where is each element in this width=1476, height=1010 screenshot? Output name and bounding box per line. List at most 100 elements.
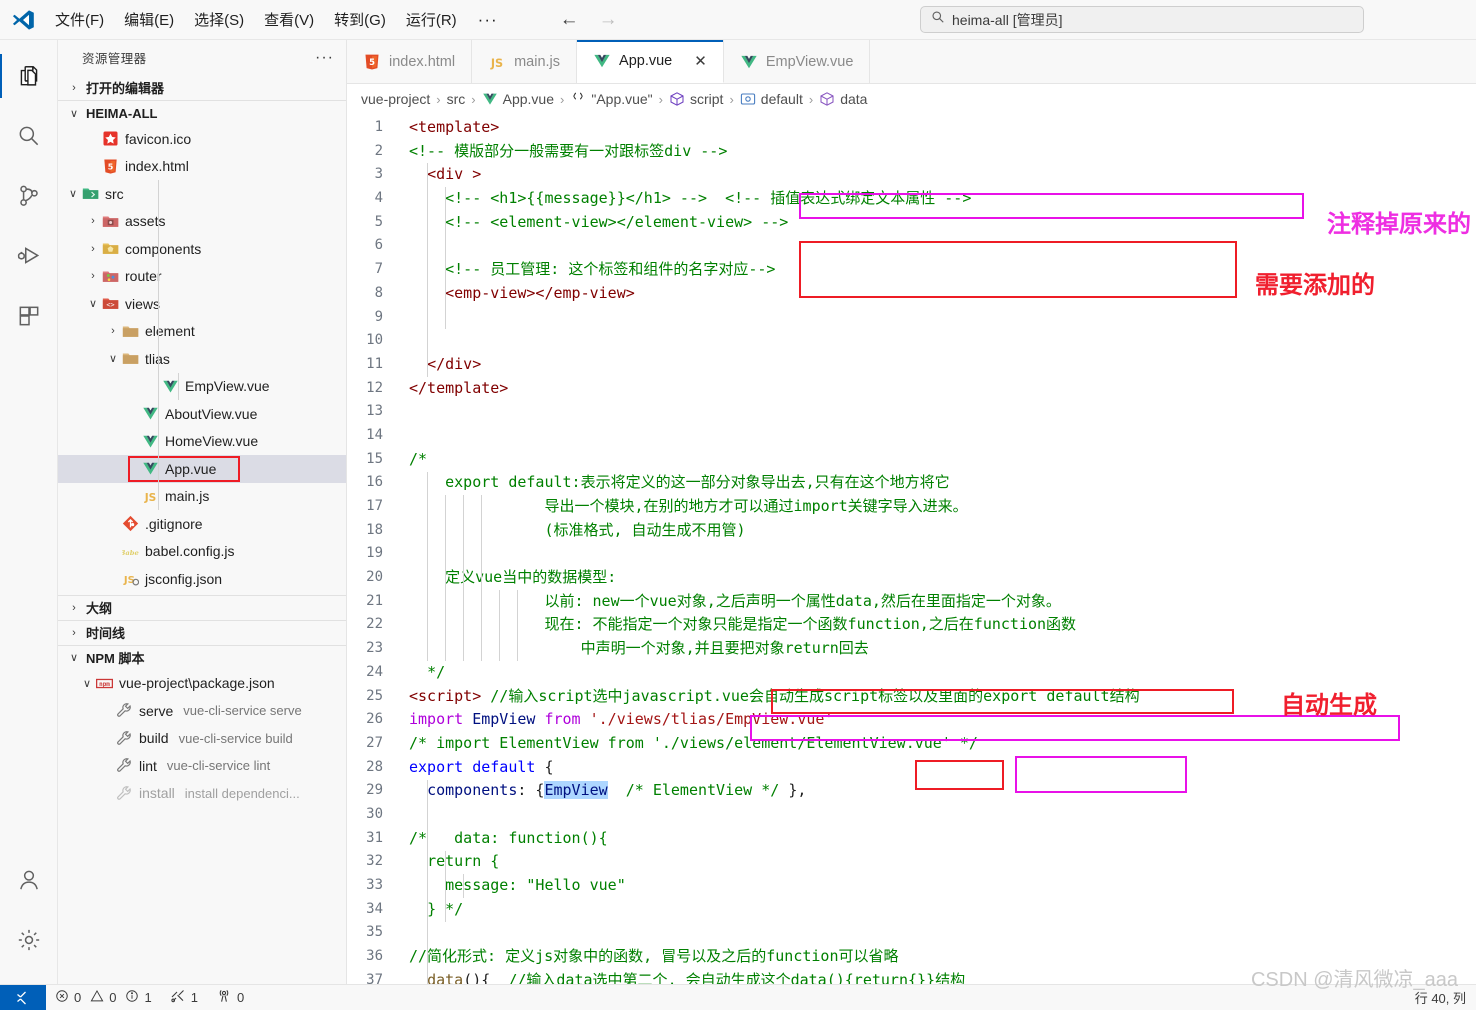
menu-edit[interactable]: 编辑(E) — [115, 6, 183, 33]
code-token: EmpView — [472, 710, 536, 729]
menu-view[interactable]: 查看(V) — [255, 6, 323, 33]
menu-more-button[interactable]: ··· — [468, 10, 508, 30]
line-text: } */ — [399, 898, 463, 922]
section-open-editors[interactable]: › 打开的编辑器 — [58, 75, 346, 100]
npm-script-label: serve — [139, 702, 174, 719]
tree-indent-guide — [158, 235, 159, 263]
chevron-down-icon[interactable]: ∨ — [80, 677, 94, 690]
editor-status-right: 行 40, 列 — [1415, 988, 1476, 1007]
tree-item-aboutview-vue[interactable]: AboutView.vue — [58, 400, 346, 428]
breadcrumb-item-data[interactable]: data — [819, 91, 867, 107]
line-number: 5 — [374, 213, 383, 230]
breadcrumb-item--app-vue-[interactable]: "App.vue" — [570, 91, 653, 107]
tree-item-label: main.js — [165, 488, 210, 505]
cursor-position[interactable]: 行 40, 列 — [1415, 988, 1466, 1007]
explorer-more-button[interactable]: ··· — [315, 49, 334, 65]
code-token: from — [544, 710, 581, 729]
chevron-right-icon[interactable]: › — [86, 243, 100, 255]
tree-item-main-js[interactable]: JS main.js — [58, 482, 346, 510]
breadcrumb-label: script — [690, 91, 724, 107]
chevron-right-icon[interactable]: › — [86, 215, 100, 227]
tree-indent-guide — [158, 290, 159, 318]
tree-item-src[interactable]: ∨ src — [58, 180, 346, 208]
sidebar-item-source-control[interactable] — [0, 166, 58, 226]
arrow-right-icon[interactable]: → — [599, 10, 618, 29]
close-icon[interactable]: ✕ — [694, 52, 707, 70]
section-project-root[interactable]: ∨ HEIMA-ALL — [58, 100, 346, 125]
tree-item-favicon-ico[interactable]: favicon.ico — [58, 125, 346, 153]
code-token: /* data: function(){ — [409, 828, 608, 847]
code-token: <emp-view></emp-view> — [445, 283, 635, 302]
breadcrumb-item-script[interactable]: script — [669, 91, 723, 107]
tree-item-assets[interactable]: › assets — [58, 207, 346, 235]
tree-item-jsconfig-json[interactable]: JS jsconfig.json — [58, 565, 346, 593]
section-timeline[interactable]: › 时间线 — [58, 619, 346, 645]
tab-index-html[interactable]: 5 index.html — [347, 40, 473, 83]
code-line: 19 — [347, 542, 1476, 566]
code-token: //简化形式: 定义js对象中的函数, 冒号以及之后的function可以省略 — [409, 947, 899, 966]
menu-file[interactable]: 文件(F) — [46, 6, 113, 33]
chevron-right-icon[interactable]: › — [86, 270, 100, 282]
remote-window-icon[interactable] — [0, 984, 46, 1010]
tree-item-empview-vue[interactable]: EmpView.vue — [58, 372, 346, 400]
section-npm-scripts[interactable]: ∨ NPM 脚本 — [58, 644, 346, 670]
npm-package-json[interactable]: ∨ npm vue-project\package.json — [58, 670, 346, 698]
breadcrumb-item-vue-project[interactable]: vue-project — [361, 91, 430, 107]
tree-item--gitignore[interactable]: .gitignore — [58, 510, 346, 538]
tree-item-babel-config-js[interactable]: Babel babel.config.js — [58, 538, 346, 566]
breadcrumb: vue-project › src › App.vue › "App.vue" › script… — [347, 84, 1476, 114]
line-number: 8 — [374, 284, 383, 301]
tree-item-app-vue[interactable]: App.vue — [58, 455, 346, 483]
tree-item-tlias[interactable]: ∨tlias — [58, 345, 346, 373]
sidebar-item-search[interactable] — [0, 106, 58, 166]
line-number: 32 — [366, 853, 383, 870]
tab-main-js[interactable]: JS main.js — [472, 40, 578, 83]
line-number: 34 — [366, 900, 383, 917]
sidebar-item-explorer[interactable] — [0, 46, 58, 106]
chevron-down-icon[interactable]: ∨ — [86, 297, 100, 310]
tab-empview-vue[interactable]: EmpView.vue — [723, 40, 871, 83]
chevron-down-icon: ∨ — [69, 652, 79, 664]
tree-item-index-html[interactable]: 5 index.html — [58, 153, 346, 181]
code-token: './views/tlias/EmpView.vue' — [589, 710, 834, 729]
tree-item-element[interactable]: › element — [58, 317, 346, 345]
breadcrumb-item-src[interactable]: src — [447, 91, 466, 107]
tree-item-homeview-vue[interactable]: HomeView.vue — [58, 427, 346, 455]
problems-status[interactable]: 0 0 1 — [46, 989, 161, 1006]
radio-tower-status[interactable]: 0 — [207, 988, 253, 1007]
tree-indent-guide — [158, 455, 159, 483]
gear-icon[interactable] — [0, 910, 58, 970]
tree-item-components[interactable]: › components — [58, 235, 346, 263]
chevron-down-icon[interactable]: ∨ — [66, 187, 80, 200]
tree-item-views[interactable]: ∨ <> views — [58, 290, 346, 318]
tab-label: App.vue — [619, 53, 673, 69]
sidebar-item-run-and-debug[interactable] — [0, 226, 58, 286]
folder-components-icon — [100, 240, 120, 257]
npm-script-install[interactable]: install install dependenci... — [58, 780, 346, 808]
tab-label: index.html — [389, 53, 456, 70]
chevron-right-icon[interactable]: › — [106, 325, 120, 337]
menu-go[interactable]: 转到(G) — [325, 6, 395, 33]
menu-selection[interactable]: 选择(S) — [185, 6, 253, 33]
code-editor[interactable]: 1 <template> 2 <!-- 模版部分一般需要有一对跟标签div --> 3 … — [347, 114, 1476, 984]
ports-status[interactable]: 1 — [161, 988, 207, 1007]
npm-script-lint[interactable]: lint vue-cli-service lint — [58, 752, 346, 780]
wrench-icon — [114, 757, 134, 774]
auto-generated-note: 自动生成 — [1281, 692, 1377, 719]
menu-run[interactable]: 运行(R) — [397, 6, 466, 33]
tree-item-router[interactable]: › router — [58, 262, 346, 290]
npm-script-serve[interactable]: serve vue-cli-service serve — [58, 697, 346, 725]
section-outline[interactable]: › 大纲 — [58, 594, 346, 620]
line-text: <div > — [399, 163, 481, 187]
tab-app-vue[interactable]: App.vue ✕ — [577, 40, 724, 83]
code-content[interactable]: 1 <template> 2 <!-- 模版部分一般需要有一对跟标签div --> 3 … — [347, 114, 1476, 984]
chevron-down-icon[interactable]: ∨ — [106, 352, 120, 365]
sidebar-item-extensions[interactable] — [0, 286, 58, 346]
breadcrumb-item-app-vue[interactable]: App.vue — [482, 91, 554, 107]
account-icon[interactable] — [0, 850, 58, 910]
search-input[interactable]: heima-all [管理员] — [920, 6, 1364, 33]
arrow-left-icon[interactable]: ← — [560, 10, 579, 29]
npm-script-build[interactable]: build vue-cli-service build — [58, 725, 346, 753]
breadcrumb-item-default[interactable]: default — [740, 91, 803, 107]
code-token: (){ — [463, 970, 491, 984]
